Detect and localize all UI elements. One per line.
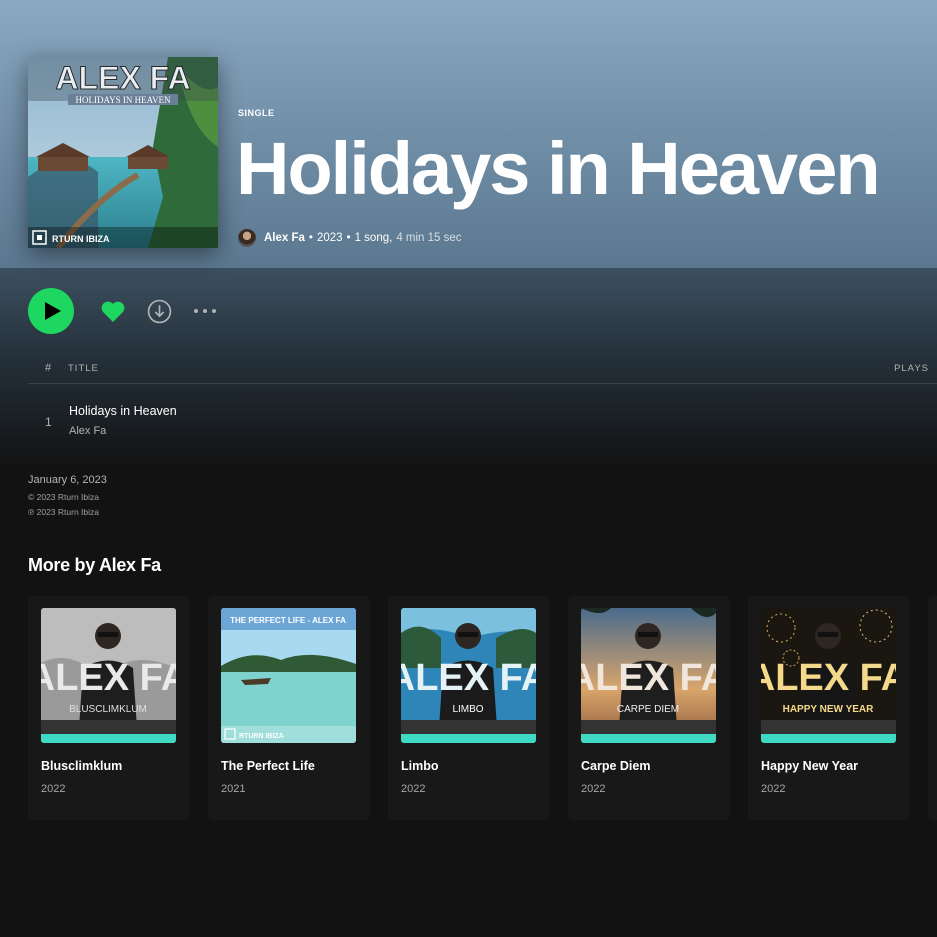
album-card[interactable]: THE PERFECT LIFE - ALEX FA RTURN IBIZA T… (208, 596, 370, 820)
track-row[interactable]: 1 Holidays in Heaven Alex Fa (28, 396, 937, 446)
art-title: ALEX FA (581, 657, 716, 699)
album-cover[interactable]: ALEX FA HOLIDAYS IN HEAVEN RTURN IBIZA (28, 57, 218, 248)
column-title[interactable]: TITLE (68, 363, 99, 374)
heart-icon (101, 301, 125, 322)
album-card-art: ALEX FA CARPE DIEM (581, 608, 716, 743)
album-card-year: 2022 (581, 783, 606, 795)
play-button[interactable] (28, 288, 74, 334)
meta-separator: • (346, 232, 351, 244)
art-title: THE PERFECT LIFE - ALEX FA (230, 616, 346, 625)
like-button[interactable] (100, 299, 126, 323)
download-icon (147, 299, 171, 323)
column-plays[interactable]: PLAYS (894, 363, 929, 374)
artist-avatar[interactable] (238, 229, 256, 247)
artist-link[interactable]: Alex Fa (264, 232, 305, 244)
page-title: Holidays in Heaven (236, 127, 881, 210)
art-subtitle: CARPE DIEM (617, 704, 679, 715)
art-subtitle: RTURN IBIZA (239, 733, 284, 740)
more-options-button[interactable] (192, 298, 218, 324)
album-card-year: 2022 (401, 783, 426, 795)
album-card-partial[interactable] (928, 596, 937, 820)
album-card-year: 2022 (41, 783, 66, 795)
total-duration: 4 min 15 sec (396, 232, 462, 244)
album-card-year: 2021 (221, 783, 246, 795)
album-card-title[interactable]: Happy New Year (761, 759, 858, 773)
release-year: 2023 (316, 232, 343, 244)
art-title: ALEX FA (41, 657, 176, 699)
track-number: 1 (45, 415, 52, 429)
album-card-title[interactable]: Blusclimklum (41, 759, 122, 773)
meta-separator: • (308, 232, 313, 244)
action-bar (28, 288, 218, 334)
album-card-title[interactable]: Carpe Diem (581, 759, 650, 773)
copyright-text: © 2023 Rturn Ibiza (28, 492, 99, 502)
more-options-icon (194, 309, 216, 313)
album-meta: Alex Fa • 2023 • 1 song, 4 min 15 sec (238, 228, 462, 248)
track-list-header: # TITLE PLAYS (28, 360, 937, 384)
album-card[interactable]: ALEX FA LIMBO Limbo 2022 (388, 596, 550, 820)
album-card-title[interactable]: Limbo (401, 759, 439, 773)
more-by-shelf: ALEX FA BLUSCLIMKLUM Blusclimklum 2022 T… (28, 596, 928, 820)
art-title: ALEX FA (401, 657, 536, 699)
album-card[interactable]: ALEX FA CARPE DIEM Carpe Diem 2022 (568, 596, 730, 820)
album-card-art: ALEX FA HAPPY NEW YEAR (761, 608, 896, 743)
download-button[interactable] (146, 298, 172, 324)
art-subtitle: BLUSCLIMKLUM (69, 704, 147, 715)
album-card-title[interactable]: The Perfect Life (221, 759, 315, 773)
track-title[interactable]: Holidays in Heaven (69, 404, 177, 418)
album-card[interactable]: ALEX FA HAPPY NEW YEAR Happy New Year 20… (748, 596, 910, 820)
column-number: # (45, 362, 53, 374)
release-type-label: SINGLE (238, 108, 275, 118)
cover-title-text: ALEX FA (55, 60, 190, 96)
album-card-year: 2022 (761, 783, 786, 795)
art-subtitle: LIMBO (452, 704, 483, 715)
track-artist[interactable]: Alex Fa (69, 425, 106, 437)
song-count: 1 song, (354, 232, 393, 244)
play-icon (44, 302, 61, 320)
more-by-heading[interactable]: More by Alex Fa (28, 555, 161, 576)
album-card[interactable]: ALEX FA BLUSCLIMKLUM Blusclimklum 2022 (28, 596, 190, 820)
album-card-art: ALEX FA BLUSCLIMKLUM (41, 608, 176, 743)
cover-subtitle-text: HOLIDAYS IN HEAVEN (75, 95, 171, 105)
album-cover-image: ALEX FA HOLIDAYS IN HEAVEN RTURN IBIZA (28, 57, 218, 248)
art-subtitle: HAPPY NEW YEAR (783, 704, 875, 715)
cover-label-text: RTURN IBIZA (52, 234, 110, 244)
album-card-art: THE PERFECT LIFE - ALEX FA RTURN IBIZA (221, 608, 356, 743)
album-card-art: ALEX FA LIMBO (401, 608, 536, 743)
art-title: ALEX FA (761, 657, 896, 699)
release-date: January 6, 2023 (28, 474, 107, 486)
phonographic-copyright-text: ℗ 2023 Rturn Ibiza (28, 507, 99, 517)
